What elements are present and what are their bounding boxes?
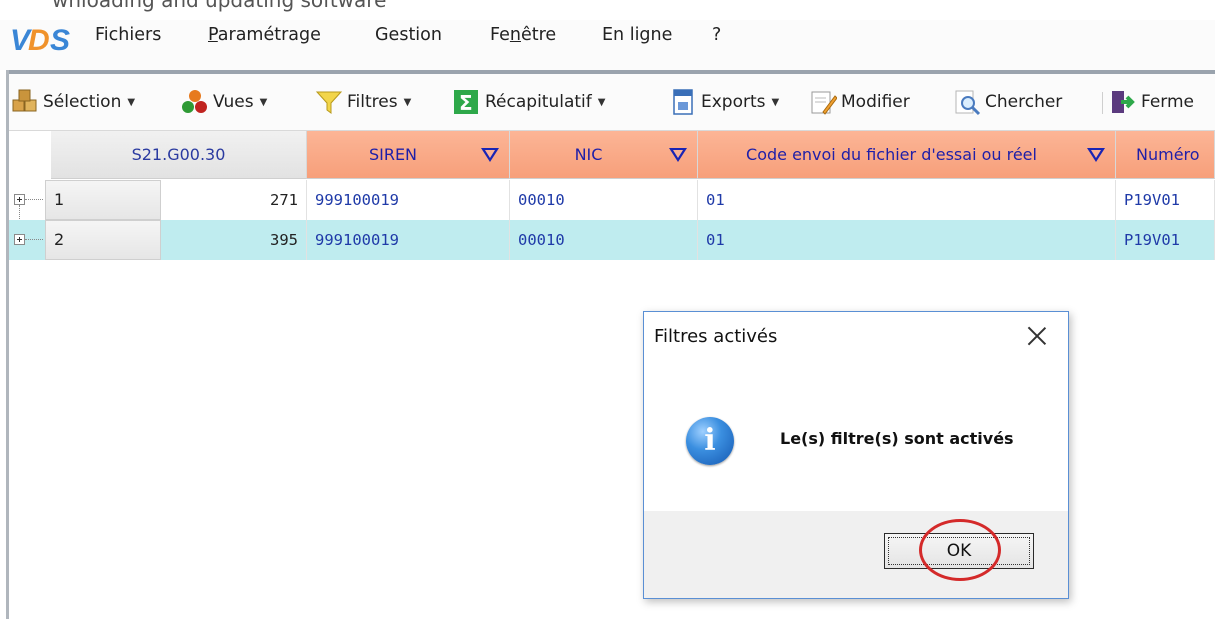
svg-text:S: S: [50, 24, 70, 57]
cell-siren[interactable]: 999100019: [307, 220, 510, 260]
menu-parametrage-mnemonic: P: [208, 25, 218, 45]
menu-parametrage-rest: aramétrage: [217, 25, 321, 45]
column-header-code-envoi-label: Code envoi du fichier d'essai ou réel: [746, 145, 1037, 164]
column-header-group-label: S21.G00.30: [131, 145, 226, 164]
funnel-icon: [315, 91, 343, 114]
boxes-icon: [12, 89, 37, 112]
column-header-siren[interactable]: SIREN: [307, 131, 510, 179]
vues-button[interactable]: Vues ▼: [181, 88, 267, 116]
table-row[interactable]: 1 271 999100019 00010 01 P19V01: [9, 180, 1215, 231]
menu-fenetre[interactable]: Fenêtre: [490, 25, 556, 45]
menu-fenetre-rest: être: [520, 25, 557, 45]
selection-label: Sélection: [43, 92, 122, 112]
cell-count[interactable]: 271: [161, 180, 307, 220]
tree-connector: [25, 239, 43, 240]
search-magnifier-icon: [955, 90, 981, 116]
fermer-label: Ferme: [1141, 92, 1195, 112]
chevron-down-icon: ▼: [771, 96, 780, 108]
column-header-siren-label: SIREN: [368, 145, 418, 164]
modifier-button[interactable]: Modifier: [809, 88, 910, 116]
exports-label: Exports: [701, 92, 766, 112]
cell-nic[interactable]: 00010: [510, 180, 698, 220]
filter-active-icon[interactable]: [667, 144, 689, 166]
cell-nic[interactable]: 00010: [510, 220, 698, 260]
chevron-down-icon: ▼: [403, 96, 412, 108]
annotation-circle: [919, 519, 1001, 581]
tree-connector: [25, 199, 43, 200]
recapitulatif-button[interactable]: Σ Récapitulatif ▼: [453, 88, 605, 116]
expand-plus-icon[interactable]: [14, 234, 25, 245]
info-icon: i: [686, 417, 734, 465]
column-header-numero-label: Numéro: [1136, 145, 1200, 164]
filter-active-icon[interactable]: [479, 144, 501, 166]
svg-text:D: D: [28, 24, 50, 57]
row-header[interactable]: 2: [45, 220, 161, 260]
exit-door-icon: [1112, 91, 1135, 113]
vds-logo-icon: V D S: [10, 24, 70, 57]
menubar: V D S Fichiers Paramétrage Gestion Fenêt…: [0, 20, 1215, 70]
cell-code-envoi[interactable]: 01: [698, 220, 1116, 260]
filters-activated-dialog: Filtres activés i Le(s) filtre(s) sont a…: [643, 311, 1069, 599]
toolbar-separator: [1102, 92, 1103, 114]
menu-en-ligne[interactable]: En ligne: [602, 25, 672, 45]
column-header-nic-label: NIC: [574, 145, 603, 164]
cell-count[interactable]: 395: [161, 220, 307, 260]
menu-fichiers[interactable]: Fichiers: [95, 25, 161, 45]
chevron-down-icon: ▼: [127, 96, 136, 108]
menu-parametrage[interactable]: Paramétrage: [208, 25, 321, 45]
chercher-button[interactable]: Chercher: [953, 88, 1062, 116]
export-document-icon: [673, 89, 693, 115]
cell-numero[interactable]: P19V01: [1116, 220, 1215, 260]
edit-pencil-icon: [811, 91, 837, 115]
selection-button[interactable]: Sélection ▼: [11, 88, 135, 116]
chevron-down-icon: ▼: [597, 96, 606, 108]
svg-text:Σ: Σ: [459, 91, 473, 115]
column-header-group[interactable]: S21.G00.30: [51, 131, 307, 179]
filtres-button[interactable]: Filtres ▼: [315, 88, 411, 116]
menu-fenetre-mnemonic: n: [509, 25, 521, 45]
column-header-code-envoi[interactable]: Code envoi du fichier d'essai ou réel: [698, 131, 1116, 179]
fermer-button[interactable]: Ferme: [1109, 88, 1194, 116]
views-balls-icon: [182, 90, 207, 113]
top-caption-strip: wnloading and updating software: [0, 0, 1215, 20]
vues-label: Vues: [213, 92, 254, 112]
dialog-message: Le(s) filtre(s) sont activés: [780, 429, 1014, 448]
close-icon[interactable]: [1022, 322, 1052, 352]
cell-code-envoi[interactable]: 01: [698, 180, 1116, 220]
chevron-down-icon: ▼: [259, 96, 268, 108]
chercher-label: Chercher: [985, 92, 1063, 112]
row-header[interactable]: 1: [45, 180, 161, 220]
table-row-selected[interactable]: 2 395 999100019 00010 01 P19V01: [9, 220, 1215, 260]
menu-help[interactable]: ?: [712, 25, 721, 45]
cell-siren[interactable]: 999100019: [307, 180, 510, 220]
filter-active-icon[interactable]: [1085, 144, 1107, 166]
cell-numero[interactable]: P19V01: [1116, 180, 1215, 220]
filtres-label: Filtres: [347, 92, 398, 112]
dialog-title: Filtres activés: [654, 326, 778, 347]
toolbar: Sélection ▼ Vues ▼ Filtres ▼ Σ Récapitulati…: [9, 74, 1215, 131]
sum-sigma-icon: Σ: [454, 90, 478, 115]
top-caption-text: wnloading and updating software: [52, 0, 387, 12]
menu-gestion[interactable]: Gestion: [375, 25, 442, 45]
expand-plus-icon[interactable]: [14, 194, 25, 205]
menu-fenetre-start: Fe: [490, 25, 510, 45]
column-header-nic[interactable]: NIC: [510, 131, 698, 179]
modifier-label: Modifier: [841, 92, 910, 112]
grid-corner: [9, 131, 45, 179]
column-header-numero[interactable]: Numéro: [1116, 131, 1215, 179]
exports-button[interactable]: Exports ▼: [669, 88, 779, 116]
recapitulatif-label: Récapitulatif: [485, 92, 592, 112]
